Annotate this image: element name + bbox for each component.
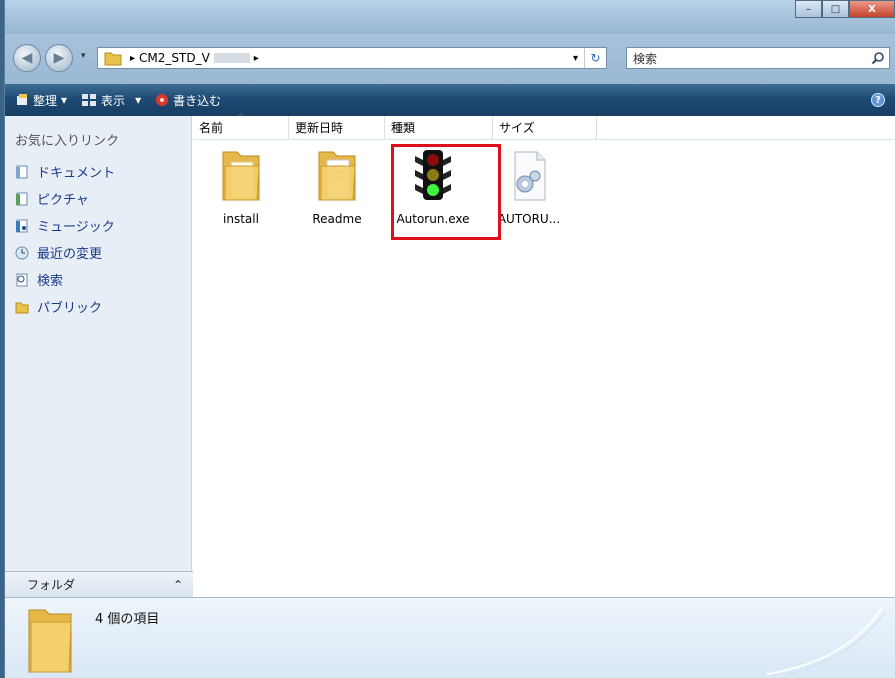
folder-icon xyxy=(222,151,260,201)
refresh-icon[interactable]: ↻ xyxy=(584,48,606,68)
sidebar-item-public[interactable]: パブリック xyxy=(5,293,191,320)
breadcrumb-separator-end[interactable]: ▸ xyxy=(254,53,259,64)
address-dropdown-icon[interactable]: ▾ xyxy=(573,53,578,64)
folder-small-icon xyxy=(104,52,122,66)
burn-label: 書き込む xyxy=(173,93,222,108)
sidebar-item-label: パブリック xyxy=(37,301,103,316)
back-arrow-icon: ◀ xyxy=(21,50,33,66)
details-pane: 4 個の項目 xyxy=(5,597,895,678)
column-size-label: サイズ xyxy=(499,121,535,135)
chevron-up-icon: ⌃ xyxy=(172,577,183,592)
window-controls: – □ X xyxy=(795,0,895,18)
search-placeholder: 検索 xyxy=(633,51,658,66)
view-dropdown-icon: ▾ xyxy=(135,93,142,107)
item-count: 4 個の項目 xyxy=(95,612,160,627)
history-dropdown-icon[interactable]: ▾ xyxy=(81,51,86,61)
sidebar-item-music[interactable]: ミュージック xyxy=(5,212,191,239)
favorite-links-header: お気に入りリンク xyxy=(15,134,120,149)
settings-file-icon xyxy=(514,151,546,201)
file-name: Readme xyxy=(312,212,362,226)
decorative-swoosh xyxy=(766,607,886,675)
sidebar-item-label: ピクチャ xyxy=(37,193,89,208)
folder-large-icon xyxy=(28,609,72,673)
file-name: install xyxy=(223,212,259,226)
search-icon xyxy=(16,273,28,286)
folders-label: フォルダ xyxy=(27,578,76,592)
minimize-button[interactable]: – xyxy=(795,0,822,18)
column-header-row: 名前 ^ 更新日時 種類 サイズ xyxy=(193,113,895,140)
column-type-label: 種類 xyxy=(391,121,416,135)
breadcrumb-current[interactable]: CM2_STD_V xyxy=(139,51,210,65)
sidebar-item-search[interactable]: 検索 xyxy=(5,266,191,293)
navigation-pane: お気に入りリンク ドキュメント ピクチャ ミュージック 最近の変更 検索 パブリ… xyxy=(5,116,192,582)
forward-arrow-icon: ▶ xyxy=(53,50,65,66)
view-icon xyxy=(82,94,97,106)
file-name: AUTORU... xyxy=(497,212,561,226)
recent-icon xyxy=(15,246,29,259)
view-label: 表示 xyxy=(101,93,126,108)
explorer-window: – □ X ◀ ▶ ▾ ▸ CM2_STD_V ▸ ▾ ↻ 検索 整理 ▾ 表示… xyxy=(4,0,895,678)
organize-label: 整理 xyxy=(33,93,58,108)
public-folder-icon xyxy=(15,302,29,313)
column-type[interactable]: 種類 xyxy=(385,116,493,139)
search-input[interactable]: 検索 xyxy=(626,47,890,69)
file-item-readme[interactable]: Readme xyxy=(289,146,385,242)
command-bar: 整理 ▾ 表示 ▾ 書き込む ? xyxy=(5,84,895,116)
address-field[interactable]: ▸ CM2_STD_V ▸ ▾ ↻ xyxy=(97,47,607,69)
sort-ascending-icon: ^ xyxy=(237,113,245,123)
file-list-pane: 名前 ^ 更新日時 種類 サイズ install Readme Autorun.… xyxy=(193,113,895,597)
sidebar-item-label: ドキュメント xyxy=(37,166,116,181)
sidebar-item-documents[interactable]: ドキュメント xyxy=(5,158,191,185)
sidebar-item-pictures[interactable]: ピクチャ xyxy=(5,185,191,212)
column-name[interactable]: 名前 ^ xyxy=(193,113,289,139)
help-icon[interactable]: ? xyxy=(871,93,885,107)
organize-icon xyxy=(17,94,27,105)
column-size[interactable]: サイズ xyxy=(493,116,597,139)
documents-icon xyxy=(16,165,28,178)
sidebar-item-label: ミュージック xyxy=(37,220,115,235)
sidebar-item-recent[interactable]: 最近の変更 xyxy=(5,239,191,266)
magnifier-icon[interactable] xyxy=(871,51,885,65)
column-date[interactable]: 更新日時 xyxy=(289,116,385,139)
close-button[interactable]: X xyxy=(849,0,895,18)
redacted-text xyxy=(213,53,250,63)
column-date-label: 更新日時 xyxy=(295,121,344,135)
organize-dropdown-icon: ▾ xyxy=(61,93,68,107)
burn-icon xyxy=(156,94,169,106)
view-button[interactable]: 表示 ▾ xyxy=(81,92,141,109)
highlight-box xyxy=(391,144,501,240)
pictures-icon xyxy=(16,192,28,205)
file-grid: install Readme Autorun.exe AUTORU... xyxy=(193,146,577,242)
file-item-install[interactable]: install xyxy=(193,146,289,242)
folders-toggle[interactable]: フォルダ ⌃ xyxy=(5,571,193,597)
organize-button[interactable]: 整理 ▾ xyxy=(15,92,67,109)
folder-icon xyxy=(318,151,356,201)
breadcrumb-separator[interactable]: ▸ xyxy=(130,53,135,64)
sidebar-item-label: 最近の変更 xyxy=(37,247,103,262)
back-button[interactable]: ◀ xyxy=(13,44,41,72)
burn-button[interactable]: 書き込む xyxy=(155,92,221,109)
forward-button[interactable]: ▶ xyxy=(45,44,73,72)
column-name-label: 名前 xyxy=(199,121,224,135)
address-bar-area: ◀ ▶ ▾ ▸ CM2_STD_V ▸ ▾ ↻ 検索 xyxy=(5,34,895,84)
maximize-button[interactable]: □ xyxy=(822,0,849,18)
sidebar-item-label: 検索 xyxy=(37,274,64,289)
music-icon xyxy=(16,219,28,232)
title-bar: – □ X xyxy=(5,0,895,34)
